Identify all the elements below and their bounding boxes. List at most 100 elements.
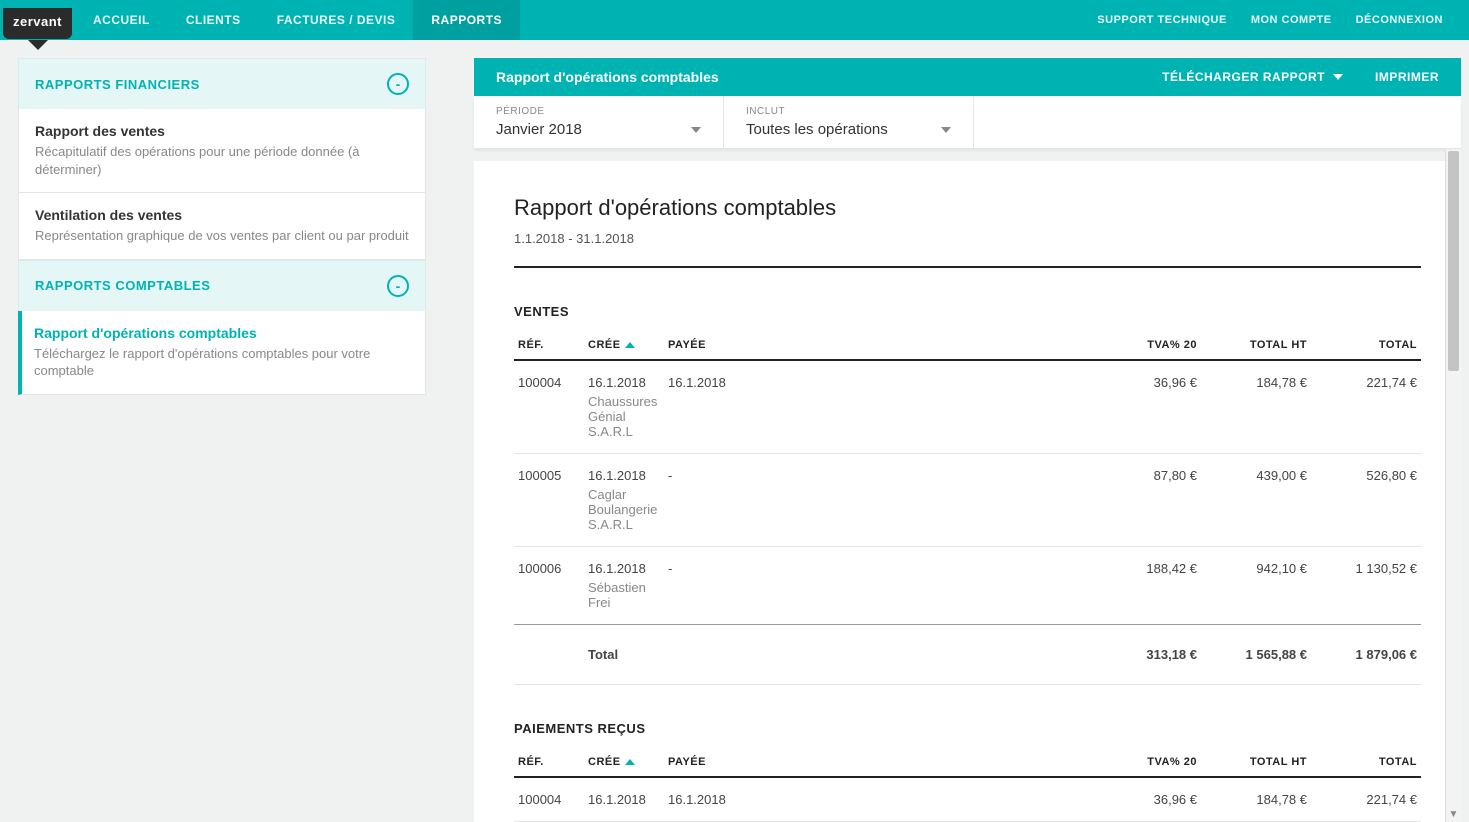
- section-title: PAIEMENTS REÇUS: [514, 721, 1421, 736]
- download-report-button[interactable]: TÉLÉCHARGER RAPPORT: [1162, 70, 1343, 84]
- cell-created: 16.1.2018: [584, 777, 664, 822]
- cell-total-ht: 184,78 €: [1201, 360, 1311, 454]
- cell-paid: -: [664, 454, 1091, 547]
- period-select[interactable]: Janvier 2018: [496, 121, 701, 138]
- total-label: Total: [584, 625, 664, 685]
- report-title: Rapport d'opérations comptables: [514, 195, 1421, 221]
- table-row: 100004 16.1.2018 16.1.2018 36,96 € 184,7…: [514, 777, 1421, 822]
- col-paid[interactable]: PAYÉE: [664, 331, 1091, 360]
- sidebar-group-accounting[interactable]: RAPPORTS COMPTABLES -: [18, 260, 426, 311]
- table-total-row: Total 313,18 € 1 565,88 € 1 879,06 €: [514, 625, 1421, 685]
- sidebar-item-desc: Récapitulatif des opérations pour une pé…: [35, 143, 409, 178]
- sidebar-group-title: RAPPORTS FINANCIERS: [35, 77, 200, 92]
- sidebar-item-sales-report[interactable]: Rapport des ventes Récapitulatif des opé…: [18, 109, 426, 193]
- top-nav: zervant ACCUEIL CLIENTS FACTURES / DEVIS…: [0, 0, 1469, 40]
- col-vat[interactable]: TVA% 20: [1091, 331, 1201, 360]
- report-table: RÉF. CRÉE PAYÉE TVA% 20 TOTAL HT TOTAL 1…: [514, 748, 1421, 822]
- nav-accueil[interactable]: ACCUEIL: [75, 0, 168, 40]
- col-total-ht[interactable]: TOTAL HT: [1201, 331, 1311, 360]
- nav-support[interactable]: SUPPORT TECHNIQUE: [1085, 14, 1239, 26]
- content-header: Rapport d'opérations comptables TÉLÉCHAR…: [474, 58, 1461, 96]
- nav-rapports[interactable]: RAPPORTS: [413, 0, 520, 40]
- scrollbar[interactable]: ▼: [1445, 149, 1461, 822]
- cell-paid: 16.1.2018: [664, 360, 1091, 454]
- sidebar-item-desc: Téléchargez le rapport d'opérations comp…: [34, 345, 409, 380]
- sidebar-item-desc: Représentation graphique de vos ventes p…: [35, 227, 409, 245]
- col-ref[interactable]: RÉF.: [514, 331, 584, 360]
- sidebar-item-accounting-report[interactable]: Rapport d'opérations comptables Téléchar…: [18, 311, 426, 395]
- cell-vat: 36,96 €: [1091, 777, 1201, 822]
- total: 1 879,06 €: [1311, 625, 1421, 685]
- col-ref[interactable]: RÉF.: [514, 748, 584, 777]
- collapse-icon[interactable]: -: [387, 275, 409, 297]
- nav-logout[interactable]: DÉCONNEXION: [1344, 14, 1455, 26]
- sidebar-item-sales-breakdown[interactable]: Ventilation des ventes Représentation gr…: [18, 193, 426, 260]
- filters: PÉRIODE Janvier 2018 INCLUT Toutes les o…: [474, 96, 1461, 149]
- table-row: 100006 16.1.2018Sébastien Frei - 188,42 …: [514, 547, 1421, 625]
- brand-logo[interactable]: zervant: [0, 0, 75, 40]
- cell-total: 526,80 €: [1311, 454, 1421, 547]
- filter-label: INCLUT: [746, 106, 951, 117]
- cell-total: 221,74 €: [1311, 777, 1421, 822]
- chevron-down-icon: [941, 127, 951, 133]
- report-date-range: 1.1.2018 - 31.1.2018: [514, 231, 1421, 268]
- sidebar-group-financial[interactable]: RAPPORTS FINANCIERS -: [18, 58, 426, 109]
- nav-account[interactable]: MON COMPTE: [1239, 14, 1344, 26]
- sort-asc-icon: [625, 759, 635, 765]
- scrollbar-thumb[interactable]: [1448, 151, 1459, 371]
- cell-vat: 36,96 €: [1091, 360, 1201, 454]
- cell-ref: 100004: [514, 360, 584, 454]
- nav-clients[interactable]: CLIENTS: [168, 0, 259, 40]
- col-total[interactable]: TOTAL: [1311, 331, 1421, 360]
- filter-period: PÉRIODE Janvier 2018: [474, 96, 724, 148]
- cell-vat: 188,42 €: [1091, 547, 1201, 625]
- report-table: RÉF. CRÉE PAYÉE TVA% 20 TOTAL HT TOTAL 1…: [514, 331, 1421, 685]
- chevron-down-icon: [1333, 74, 1343, 80]
- cell-total: 221,74 €: [1311, 360, 1421, 454]
- cell-created: 16.1.2018Sébastien Frei: [584, 547, 664, 625]
- sidebar-item-title: Rapport d'opérations comptables: [34, 325, 409, 341]
- cell-paid: -: [664, 547, 1091, 625]
- cell-ref: 100004: [514, 777, 584, 822]
- cell-paid: 16.1.2018: [664, 777, 1091, 822]
- cell-client: Sébastien Frei: [588, 580, 660, 610]
- cell-total-ht: 942,10 €: [1201, 547, 1311, 625]
- collapse-icon[interactable]: -: [387, 73, 409, 95]
- col-paid[interactable]: PAYÉE: [664, 748, 1091, 777]
- col-total[interactable]: TOTAL: [1311, 748, 1421, 777]
- print-button[interactable]: IMPRIMER: [1375, 70, 1439, 84]
- cell-vat: 87,80 €: [1091, 454, 1201, 547]
- content: Rapport d'opérations comptables TÉLÉCHAR…: [474, 58, 1461, 822]
- sidebar-item-title: Rapport des ventes: [35, 123, 409, 139]
- sidebar: RAPPORTS FINANCIERS - Rapport des ventes…: [18, 58, 426, 822]
- sort-asc-icon: [625, 342, 635, 348]
- filter-includes: INCLUT Toutes les opérations: [724, 96, 974, 148]
- nav-factures[interactable]: FACTURES / DEVIS: [259, 0, 414, 40]
- cell-client: Caglar Boulangerie S.A.R.L: [588, 487, 660, 532]
- table-row: 100005 16.1.2018Caglar Boulangerie S.A.R…: [514, 454, 1421, 547]
- cell-created: 16.1.2018Caglar Boulangerie S.A.R.L: [584, 454, 664, 547]
- cell-total: 1 130,52 €: [1311, 547, 1421, 625]
- chevron-down-icon: [691, 127, 701, 133]
- includes-select[interactable]: Toutes les opérations: [746, 121, 951, 138]
- total-ht: 1 565,88 €: [1201, 625, 1311, 685]
- report-body: Rapport d'opérations comptables 1.1.2018…: [474, 161, 1461, 822]
- sidebar-item-title: Ventilation des ventes: [35, 207, 409, 223]
- cell-created: 16.1.2018Chaussures Génial S.A.R.L: [584, 360, 664, 454]
- table-row: 100004 16.1.2018Chaussures Génial S.A.R.…: [514, 360, 1421, 454]
- total-vat: 313,18 €: [1091, 625, 1201, 685]
- content-title: Rapport d'opérations comptables: [496, 69, 719, 85]
- sidebar-group-title: RAPPORTS COMPTABLES: [35, 278, 210, 293]
- cell-ref: 100006: [514, 547, 584, 625]
- col-total-ht[interactable]: TOTAL HT: [1201, 748, 1311, 777]
- col-created[interactable]: CRÉE: [584, 331, 664, 360]
- scrollbar-down-icon[interactable]: ▼: [1446, 806, 1461, 822]
- filter-label: PÉRIODE: [496, 106, 701, 117]
- cell-ref: 100005: [514, 454, 584, 547]
- col-created[interactable]: CRÉE: [584, 748, 664, 777]
- cell-total-ht: 439,00 €: [1201, 454, 1311, 547]
- section-title: VENTES: [514, 304, 1421, 319]
- cell-total-ht: 184,78 €: [1201, 777, 1311, 822]
- col-vat[interactable]: TVA% 20: [1091, 748, 1201, 777]
- cell-client: Chaussures Génial S.A.R.L: [588, 394, 660, 439]
